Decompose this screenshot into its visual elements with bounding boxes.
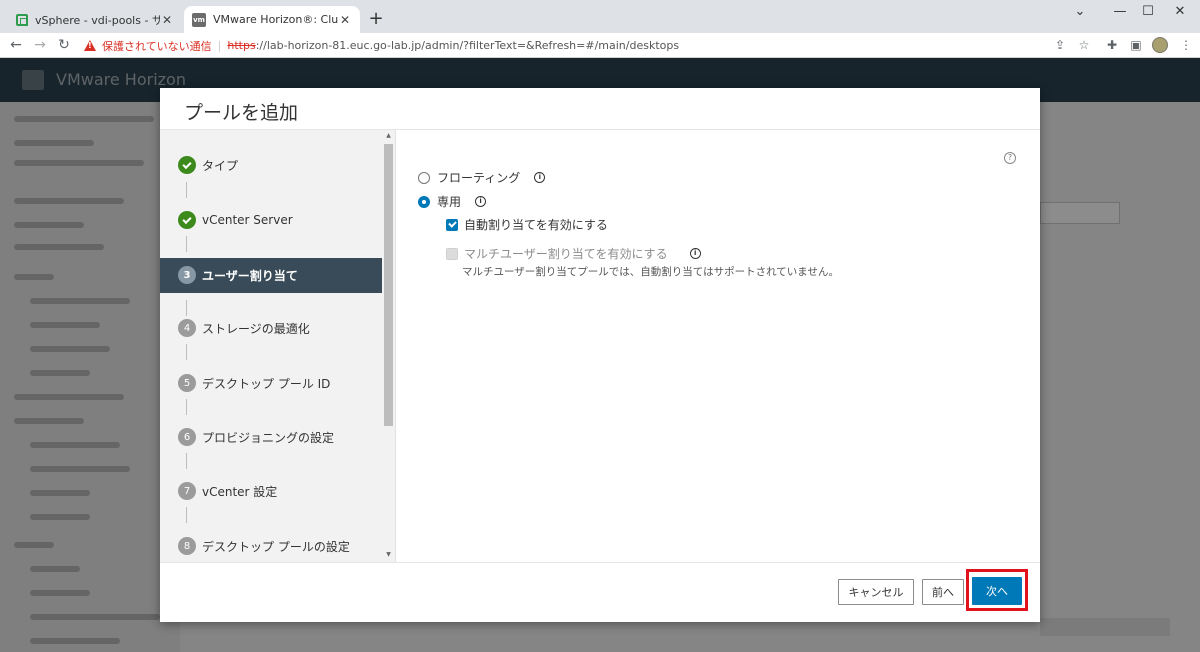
floating-label: フローティング — [437, 171, 521, 185]
browser-tab-vsphere[interactable]: vSphere - vdi-pools - サマリ ✕ — [8, 6, 182, 33]
step-connector — [186, 236, 187, 252]
step-label: プロビジョニングの設定 — [202, 430, 335, 445]
step-label: タイプ — [202, 158, 239, 173]
window-close-button[interactable]: ✕ — [1160, 2, 1200, 22]
step-user-assignment[interactable]: 3 ユーザー割り当て — [178, 266, 298, 284]
auto-assign-checkbox[interactable] — [446, 218, 458, 231]
tab-title: VMware Horizon®: Cluster-LAB- — [213, 13, 338, 26]
step-connector — [186, 182, 187, 198]
check-icon — [178, 156, 196, 174]
browser-tab-bar: vSphere - vdi-pools - サマリ ✕ vm VMware Ho… — [0, 0, 1200, 33]
scroll-up-icon[interactable]: ▲ — [384, 132, 393, 140]
floating-radio[interactable] — [418, 171, 430, 184]
info-icon[interactable]: i — [534, 172, 546, 183]
dedicated-radio[interactable] — [418, 195, 430, 208]
url-field[interactable]: 保護されていない通信 | https ://lab-horizon-81.euc… — [84, 36, 679, 55]
dialog-title: プールを追加 — [184, 102, 299, 124]
share-icon[interactable]: ⇪ — [1052, 37, 1068, 53]
info-icon[interactable]: i — [475, 196, 487, 207]
new-tab-button[interactable]: + — [366, 8, 386, 29]
step-vcenter-server[interactable]: vCenter Server — [178, 211, 293, 229]
step-type[interactable]: タイプ — [178, 156, 238, 174]
step-connector — [186, 507, 187, 523]
step-label: デスクトップ プールの設定 — [202, 539, 350, 554]
step-connector — [186, 300, 187, 316]
url-separator: | — [217, 39, 222, 52]
vsphere-icon — [16, 13, 28, 26]
step-number: 3 — [178, 266, 196, 284]
warning-icon — [84, 40, 96, 51]
step-number: 6 — [178, 428, 196, 446]
dedicated-label: 専用 — [437, 195, 462, 209]
step-connector — [186, 344, 187, 360]
menu-icon[interactable]: ⋮ — [1178, 37, 1194, 53]
step-storage-optimization[interactable]: 4 ストレージの最適化 — [178, 319, 310, 337]
cancel-button[interactable]: キャンセル — [838, 579, 914, 605]
url-scheme: https — [227, 39, 256, 52]
chevron-down-icon[interactable]: ⌄ — [1060, 2, 1100, 22]
dedicated-option[interactable]: 専用 i — [418, 193, 487, 210]
multi-user-checkbox — [446, 247, 458, 260]
multi-user-note: マルチユーザー割り当てプールでは、自動割り当てはサポートされていません。 — [462, 266, 839, 278]
auto-assign-label: 自動割り当てを有効にする — [464, 218, 608, 232]
wizard-steps: タイプ vCenter Server 3 ユーザー割り当て 4 ストレージの最適… — [160, 130, 396, 562]
tab-title: vSphere - vdi-pools - サマリ — [35, 13, 160, 27]
side-panel-icon[interactable]: ▣ — [1128, 37, 1144, 53]
step-provisioning-settings[interactable]: 6 プロビジョニングの設定 — [178, 428, 334, 446]
floating-option[interactable]: フローティング i — [418, 169, 546, 186]
auto-assign-option[interactable]: 自動割り当てを有効にする — [446, 216, 608, 233]
step-number: 8 — [178, 537, 196, 555]
step-number: 7 — [178, 482, 196, 500]
step-desktop-pool-settings[interactable]: 8 デスクトップ プールの設定 — [178, 537, 350, 555]
user-assignment-pane: ? フローティング i 専用 i 自動割り当てを有効にする マルチユーザー割り当… — [396, 130, 1040, 562]
multi-user-option: マルチユーザー割り当てを有効にする i — [446, 245, 701, 262]
close-icon[interactable]: ✕ — [338, 13, 352, 27]
address-bar: ← → ↻ 保護されていない通信 | https ://lab-horizon-… — [0, 33, 1200, 58]
back-button[interactable]: 前へ — [922, 579, 964, 605]
step-label: vCenter Server — [202, 213, 293, 227]
step-connector — [186, 399, 187, 415]
multi-user-label: マルチユーザー割り当てを有効にする — [464, 247, 668, 261]
step-number: 5 — [178, 374, 196, 392]
avatar[interactable] — [1152, 37, 1168, 53]
security-warning[interactable]: 保護されていない通信 — [102, 38, 212, 54]
browser-tab-horizon[interactable]: vm VMware Horizon®: Cluster-LAB- ✕ — [184, 6, 360, 33]
next-button-highlight — [966, 569, 1028, 611]
reload-icon[interactable]: ↻ — [54, 36, 74, 54]
step-label: ユーザー割り当て — [202, 268, 298, 283]
scrollbar-thumb[interactable] — [384, 144, 393, 426]
help-icon[interactable]: ? — [1004, 152, 1016, 164]
check-icon — [178, 211, 196, 229]
divider — [160, 562, 1040, 563]
step-label: ストレージの最適化 — [202, 321, 310, 336]
url-text: ://lab-horizon-81.euc.go-lab.jp/admin/?f… — [255, 39, 680, 52]
forward-arrow-icon[interactable]: → — [30, 36, 50, 54]
vm-icon: vm — [192, 12, 206, 27]
step-label: デスクトップ プール ID — [202, 376, 331, 391]
info-icon[interactable]: i — [689, 248, 701, 259]
back-arrow-icon[interactable]: ← — [6, 36, 26, 54]
step-label: vCenter 設定 — [202, 484, 278, 499]
scroll-down-icon[interactable]: ▼ — [384, 551, 393, 559]
step-desktop-pool-id[interactable]: 5 デスクトップ プール ID — [178, 374, 330, 392]
extensions-icon[interactable]: ✚ — [1104, 37, 1120, 53]
close-icon[interactable]: ✕ — [160, 13, 174, 27]
add-pool-dialog: プールを追加 タイプ vCenter Server 3 ユーザー割り当て 4 ス… — [160, 88, 1040, 622]
step-connector — [186, 453, 187, 469]
star-icon[interactable]: ☆ — [1076, 37, 1092, 53]
step-number: 4 — [178, 319, 196, 337]
step-vcenter-settings[interactable]: 7 vCenter 設定 — [178, 482, 277, 500]
